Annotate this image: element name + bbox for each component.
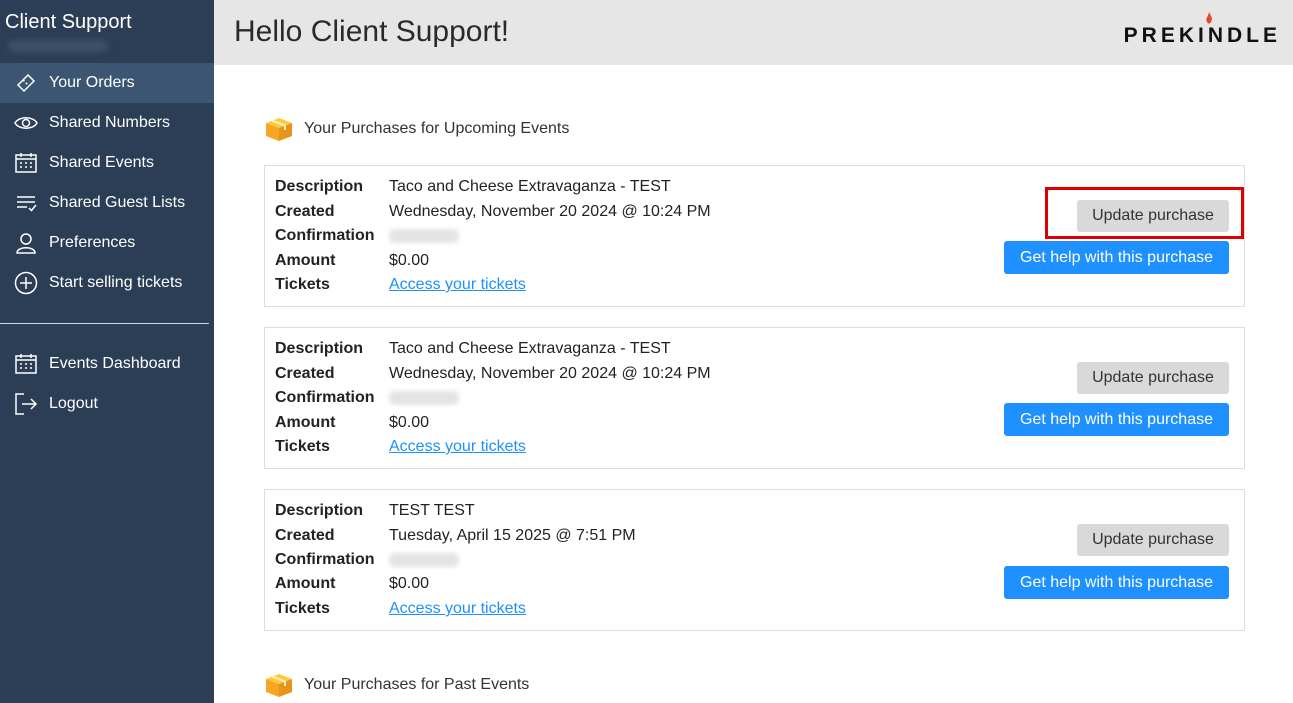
plus-circle-icon: [13, 270, 39, 296]
eye-icon: [13, 110, 39, 136]
sidebar-item-shared-events[interactable]: Shared Events: [0, 143, 214, 183]
access-tickets-link[interactable]: Access your tickets: [389, 597, 526, 621]
calendar-icon: [13, 351, 39, 377]
highlight-box: [1045, 187, 1244, 239]
sidebar-item-logout[interactable]: Logout: [0, 384, 214, 424]
sidebar-item-label: Preferences: [49, 234, 136, 251]
redacted-confirmation: [389, 553, 459, 567]
get-help-button[interactable]: Get help with this purchase: [1004, 241, 1229, 274]
get-help-button[interactable]: Get help with this purchase: [1004, 403, 1229, 436]
logout-icon: [13, 391, 39, 417]
created-row: Created Tuesday, April 15 2025 @ 7:51 PM: [275, 524, 636, 548]
purchase-card: Description TEST TEST Created Tuesday, Apr…: [264, 489, 1245, 631]
sidebar-item-your-orders[interactable]: Your Orders: [0, 63, 214, 103]
purchase-description: Taco and Cheese Extravaganza - TEST: [389, 340, 671, 357]
package-icon: [266, 118, 292, 141]
sidebar-item-label: Logout: [49, 395, 98, 412]
description-row: Description Taco and Cheese Extravaganza …: [275, 175, 671, 199]
access-tickets-link[interactable]: Access your tickets: [389, 273, 526, 297]
sidebar-title: Client Support: [5, 11, 132, 33]
amount-row: Amount $0.00: [275, 249, 429, 273]
redacted-account-info: [8, 40, 108, 52]
confirmation-row: Confirmation: [275, 386, 459, 410]
tickets-row: Tickets Access your tickets: [275, 597, 526, 621]
get-help-button[interactable]: Get help with this purchase: [1004, 566, 1229, 599]
created-row: Created Wednesday, November 20 2024 @ 10:…: [275, 362, 711, 386]
sidebar-divider: [0, 323, 209, 324]
list-check-icon: [13, 190, 39, 216]
purchase-card: Description Taco and Cheese Extravaganza …: [264, 327, 1245, 469]
sidebar-item-label: Your Orders: [49, 74, 135, 91]
sidebar-item-events-dashboard[interactable]: Events Dashboard: [0, 344, 214, 384]
created-row: Created Wednesday, November 20 2024 @ 10:…: [275, 200, 711, 224]
confirmation-row: Confirmation: [275, 224, 459, 248]
prekindle-logo: PREKINDLE: [1123, 24, 1281, 47]
page-header: Hello Client Support! PREKINDLE: [214, 0, 1293, 65]
update-purchase-button[interactable]: Update purchase: [1077, 362, 1229, 394]
calendar-icon: [13, 150, 39, 176]
tickets-row: Tickets Access your tickets: [275, 435, 526, 459]
purchase-created: Tuesday, April 15 2025 @ 7:51 PM: [389, 527, 636, 544]
purchase-amount: $0.00: [389, 575, 430, 592]
redacted-confirmation: [389, 229, 459, 243]
description-row: Description TEST TEST: [275, 499, 475, 523]
sidebar: Client Support Your Orders Shared Number…: [0, 0, 214, 703]
purchase-description: TEST TEST: [389, 502, 475, 519]
purchase-created: Wednesday, November 20 2024 @ 10:24 PM: [389, 203, 711, 220]
section-title: Your Purchases for Past Events: [304, 676, 530, 693]
confirmation-row: Confirmation: [275, 548, 459, 572]
sidebar-item-label: Start selling tickets: [49, 274, 183, 291]
amount-row: Amount $0.00: [275, 572, 429, 596]
access-tickets-link[interactable]: Access your tickets: [389, 435, 526, 459]
purchase-description: Taco and Cheese Extravaganza - TEST: [389, 178, 671, 195]
sidebar-item-start-selling[interactable]: Start selling tickets: [0, 263, 214, 303]
flame-icon: [1206, 12, 1212, 24]
description-row: Description Taco and Cheese Extravaganza …: [275, 337, 671, 361]
purchase-amount: $0.00: [389, 414, 430, 431]
sidebar-item-label: Shared Numbers: [49, 114, 170, 131]
sidebar-item-label: Shared Events: [49, 154, 154, 171]
tickets-row: Tickets Access your tickets: [275, 273, 526, 297]
page-title: Hello Client Support!: [234, 15, 510, 48]
purchase-created: Wednesday, November 20 2024 @ 10:24 PM: [389, 365, 711, 382]
sidebar-item-shared-numbers[interactable]: Shared Numbers: [0, 103, 214, 143]
sidebar-item-label: Shared Guest Lists: [49, 194, 186, 211]
amount-row: Amount $0.00: [275, 411, 429, 435]
sidebar-item-preferences[interactable]: Preferences: [0, 223, 214, 263]
upcoming-section-heading: Your Purchases for Upcoming Events: [264, 116, 569, 142]
past-section-heading: Your Purchases for Past Events: [264, 672, 529, 698]
redacted-confirmation: [389, 391, 459, 405]
user-icon: [13, 230, 39, 256]
package-icon: [266, 674, 292, 697]
section-title: Your Purchases for Upcoming Events: [304, 120, 570, 137]
update-purchase-button[interactable]: Update purchase: [1077, 524, 1229, 556]
sidebar-item-shared-guest-lists[interactable]: Shared Guest Lists: [0, 183, 214, 223]
purchase-amount: $0.00: [389, 252, 430, 269]
ticket-icon: [13, 70, 39, 96]
sidebar-item-label: Events Dashboard: [49, 355, 181, 372]
